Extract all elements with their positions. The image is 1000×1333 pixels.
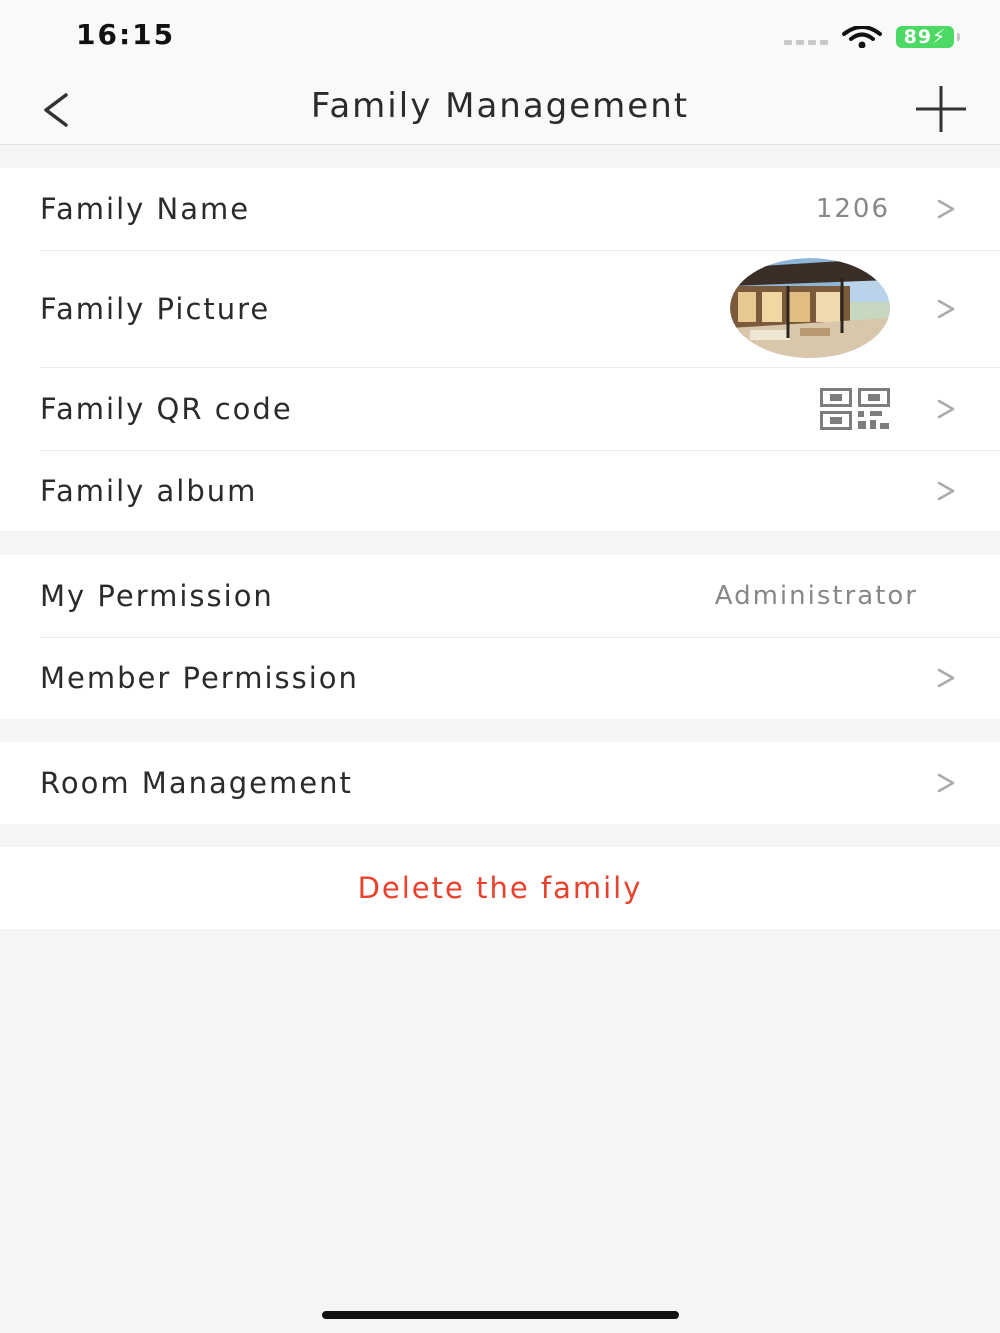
status-time: 16:15 bbox=[76, 18, 176, 51]
family-name-row[interactable]: Family Name 1206 bbox=[0, 168, 1000, 250]
qr-code-icon bbox=[820, 388, 890, 430]
battery-cap bbox=[957, 33, 960, 41]
plus-icon bbox=[916, 86, 966, 132]
room-management-row[interactable]: Room Management bbox=[0, 742, 1000, 824]
permission-group: My Permission Administrator Member Permi… bbox=[0, 555, 1000, 719]
add-button[interactable] bbox=[912, 86, 970, 132]
room-group: Room Management bbox=[0, 742, 1000, 824]
nav-bar: Family Management bbox=[0, 74, 1000, 145]
chevron-right-icon bbox=[937, 299, 955, 318]
battery-indicator: 89⚡ bbox=[896, 26, 954, 48]
family-album-row[interactable]: Family album bbox=[0, 450, 1000, 531]
my-permission-label: My Permission bbox=[40, 579, 274, 613]
delete-family-label: Delete the family bbox=[357, 871, 643, 905]
wifi-icon bbox=[842, 26, 882, 48]
room-management-label: Room Management bbox=[40, 766, 353, 800]
family-picture-label: Family Picture bbox=[40, 291, 271, 326]
my-permission-value: Administrator bbox=[714, 581, 918, 611]
family-album-label: Family album bbox=[40, 473, 258, 508]
member-permission-label: Member Permission bbox=[40, 661, 359, 695]
chevron-right-icon bbox=[937, 399, 955, 418]
battery-level: 89 bbox=[903, 26, 933, 48]
family-qr-label: Family QR code bbox=[40, 391, 293, 426]
status-bar: 16:15 89⚡ bbox=[0, 0, 1000, 74]
page-title: Family Management bbox=[310, 86, 690, 126]
member-permission-row[interactable]: Member Permission bbox=[0, 637, 1000, 719]
family-name-label: Family Name bbox=[40, 192, 251, 226]
chevron-right-icon bbox=[937, 481, 955, 500]
chevron-right-icon bbox=[937, 199, 955, 219]
chevron-right-icon bbox=[937, 668, 955, 688]
family-name-value: 1206 bbox=[815, 194, 890, 224]
home-indicator bbox=[322, 1311, 679, 1319]
my-permission-row[interactable]: My Permission Administrator bbox=[0, 555, 1000, 637]
chevron-right-icon bbox=[937, 773, 955, 793]
family-picture-thumbnail bbox=[730, 258, 890, 358]
delete-family-button[interactable]: Delete the family bbox=[0, 847, 1000, 929]
signal-icon bbox=[784, 40, 828, 45]
